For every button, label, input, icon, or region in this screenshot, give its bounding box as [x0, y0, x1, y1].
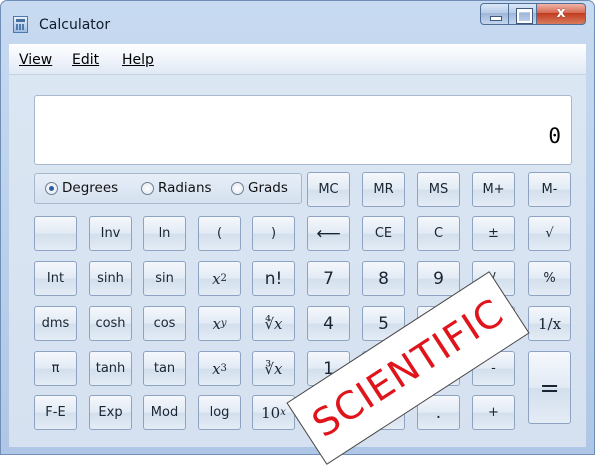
right-paren-button[interactable]: ): [252, 216, 295, 251]
mc-button[interactable]: MC: [307, 172, 350, 207]
ten-power-x-exp: x: [280, 407, 286, 418]
ce-button[interactable]: CE: [362, 216, 405, 251]
radio-radians-label: Radians: [158, 180, 212, 196]
x-power-y-button[interactable]: xy: [198, 306, 241, 341]
plus-minus-button[interactable]: ±: [472, 216, 515, 251]
minimize-icon: [490, 16, 502, 21]
reciprocal-button[interactable]: 1/x: [528, 306, 571, 341]
mr-button[interactable]: MR: [362, 172, 405, 207]
backspace-button[interactable]: ⟵: [307, 216, 350, 251]
radio-radians[interactable]: Radians: [141, 180, 212, 196]
window-title: Calculator: [39, 17, 111, 33]
left-paren-button[interactable]: (: [198, 216, 241, 251]
m-plus-button[interactable]: M+: [472, 172, 515, 207]
calculator-body: 0 Degrees Radians Grads MC MR MS M+ M- I…: [9, 75, 586, 447]
tan-button[interactable]: tan: [143, 351, 186, 386]
ln-button[interactable]: ln: [143, 216, 186, 251]
sinh-button[interactable]: sinh: [89, 261, 132, 296]
x-cubed-base: x: [212, 359, 221, 378]
sin-button[interactable]: sin: [143, 261, 186, 296]
digit-7-button[interactable]: 7: [307, 261, 350, 296]
minimize-button[interactable]: [480, 3, 509, 25]
title-bar[interactable]: Calculator x: [1, 1, 594, 43]
add-button[interactable]: +: [472, 395, 515, 430]
radio-grads[interactable]: Grads: [231, 180, 288, 196]
mod-button[interactable]: Mod: [143, 395, 186, 430]
ten-power-x-base: 10: [261, 403, 281, 422]
ms-button[interactable]: MS: [417, 172, 460, 207]
y-root-x-button[interactable]: ∜x: [252, 306, 295, 341]
radio-unselected-icon: [231, 181, 244, 195]
x-squared-exp: 2: [220, 273, 227, 284]
blank-button[interactable]: [34, 216, 77, 251]
calculator-icon: [13, 16, 28, 33]
x-power-y-exp: y: [220, 318, 227, 329]
percent-button[interactable]: %: [528, 261, 571, 296]
c-button[interactable]: C: [417, 216, 460, 251]
factorial-button[interactable]: n!: [252, 261, 295, 296]
int-button[interactable]: Int: [34, 261, 77, 296]
display-panel: 0: [34, 95, 572, 165]
cube-root-button[interactable]: ∛x: [252, 351, 295, 386]
tanh-button[interactable]: tanh: [89, 351, 132, 386]
window-controls: x: [480, 3, 586, 27]
radio-degrees-label: Degrees: [62, 180, 119, 196]
close-icon: x: [556, 5, 566, 21]
radio-unselected-icon: [141, 181, 154, 195]
x-squared-base: x: [212, 269, 221, 288]
menu-help[interactable]: Help: [122, 52, 154, 68]
display-value: 0: [548, 124, 561, 148]
maximize-icon: [517, 9, 532, 23]
angle-mode-group: Degrees Radians Grads: [34, 173, 302, 204]
x-cubed-exp: 3: [220, 363, 227, 374]
dms-button[interactable]: dms: [34, 306, 77, 341]
x-cubed-button[interactable]: x3: [198, 351, 241, 386]
menu-edit[interactable]: Edit: [72, 52, 99, 68]
x-squared-button[interactable]: x2: [198, 261, 241, 296]
maximize-button[interactable]: [509, 3, 537, 25]
digit-4-button[interactable]: 4: [307, 306, 350, 341]
fe-button[interactable]: F-E: [34, 395, 77, 430]
radio-grads-label: Grads: [248, 180, 288, 196]
radio-degrees[interactable]: Degrees: [45, 180, 118, 196]
inv-button[interactable]: Inv: [89, 216, 132, 251]
cosh-button[interactable]: cosh: [89, 306, 132, 341]
sqrt-button[interactable]: √: [528, 216, 571, 251]
radio-selected-icon: [45, 181, 58, 195]
equals-button[interactable]: =: [528, 351, 571, 424]
m-minus-button[interactable]: M-: [528, 172, 571, 207]
pi-button[interactable]: π: [34, 351, 77, 386]
digit-8-button[interactable]: 8: [362, 261, 405, 296]
exp-button[interactable]: Exp: [89, 395, 132, 430]
digit-9-button[interactable]: 9: [417, 261, 460, 296]
log-button[interactable]: log: [198, 395, 241, 430]
x-power-y-base: x: [212, 314, 221, 333]
menu-view[interactable]: View: [19, 52, 52, 68]
close-button[interactable]: x: [537, 3, 586, 25]
menu-bar: View Edit Help: [9, 44, 586, 75]
calculator-window: Calculator x View Edit Help 0 Degrees Ra…: [0, 0, 595, 465]
backspace-arrow-icon: ⟵: [316, 223, 341, 244]
cos-button[interactable]: cos: [143, 306, 186, 341]
